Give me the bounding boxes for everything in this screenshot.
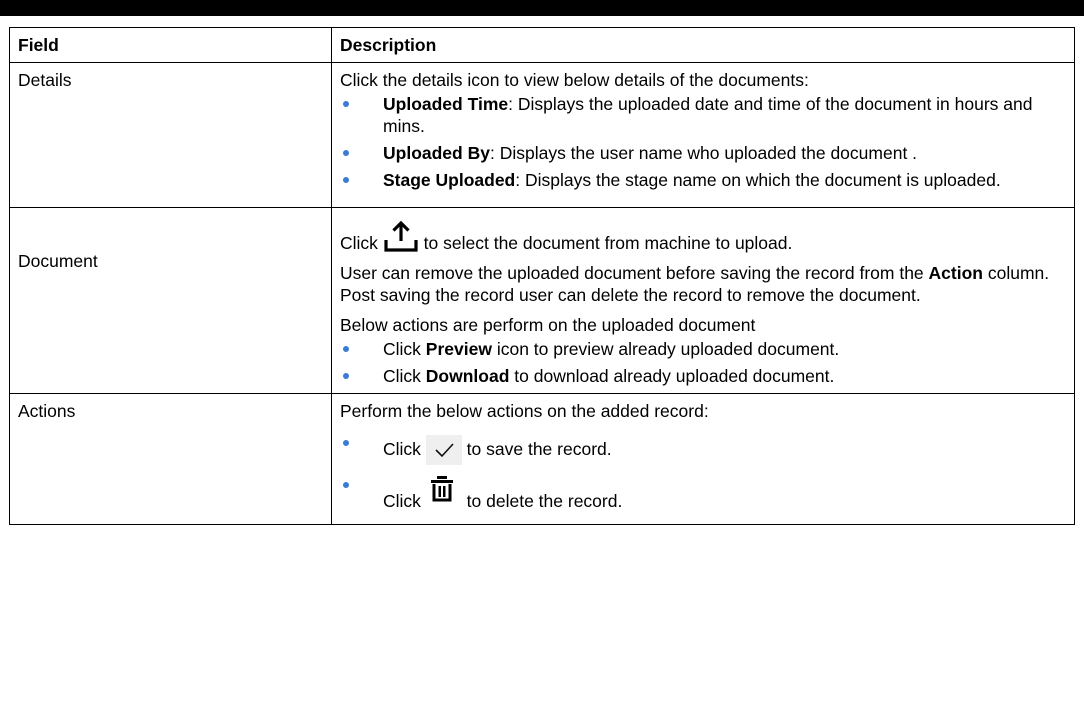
document-para3: Below actions are perform on the uploade… xyxy=(340,315,756,335)
item-pre: Click xyxy=(383,366,421,386)
field-actions: Actions xyxy=(9,393,332,525)
para2-bold: Action xyxy=(928,263,983,283)
item-post: to save the record. xyxy=(466,439,612,459)
header-field: Field xyxy=(9,27,332,63)
item-post: to download already uploaded document. xyxy=(514,366,835,386)
check-icon xyxy=(425,435,462,466)
item-post: to delete the record. xyxy=(466,491,623,511)
item-bold: Preview xyxy=(425,339,492,359)
click-post-text: to select the document from machine to u… xyxy=(423,233,793,253)
document-para2: User can remove the uploaded document be… xyxy=(340,262,1067,306)
trash-icon xyxy=(430,476,453,502)
item-term: Uploaded Time xyxy=(383,94,509,114)
item-post: icon to preview already uploaded documen… xyxy=(496,339,840,359)
field-document: Document xyxy=(9,207,332,394)
description-document: Click to select the document from machin… xyxy=(331,207,1075,394)
click-text: Click xyxy=(340,233,378,253)
description-actions: Perform the below actions on the added r… xyxy=(331,393,1075,525)
details-list: Uploaded Time: Displays the uploaded dat… xyxy=(340,93,1067,191)
table-row: Details Click the details icon to view b… xyxy=(9,62,1075,208)
item-pre: Click xyxy=(383,491,421,511)
header-description: Description xyxy=(331,27,1075,63)
list-item: Stage Uploaded: Displays the stage name … xyxy=(340,169,1067,191)
table-header-row: Field Description xyxy=(9,27,1075,63)
actions-list: Click to save the record. Click to delet… xyxy=(340,432,1067,518)
list-item: Uploaded Time: Displays the uploaded dat… xyxy=(340,93,1067,137)
item-pre: Click xyxy=(383,339,421,359)
field-document-label: Document xyxy=(18,251,98,271)
document-list: Click Preview icon to preview already up… xyxy=(340,338,1067,387)
table-row: Actions Perform the below actions on the… xyxy=(9,393,1075,525)
list-item: Click to save the record. xyxy=(340,432,1067,466)
item-text: : Displays the stage name on which the d… xyxy=(515,170,1001,190)
field-description-table: Field Description Details Click the deta… xyxy=(9,27,1075,525)
top-border-bar xyxy=(0,0,1084,16)
document-click-line: Click to select the document from machin… xyxy=(340,220,1067,254)
item-text: : Displays the user name who uploaded th… xyxy=(489,143,918,163)
list-item: Click to delete the record. xyxy=(340,474,1067,518)
description-details: Click the details icon to view below det… xyxy=(331,62,1075,208)
list-item: Uploaded By: Displays the user name who … xyxy=(340,142,1067,164)
details-intro: Click the details icon to view below det… xyxy=(340,70,809,90)
list-item: Click Download to download already uploa… xyxy=(340,365,1067,387)
field-details: Details xyxy=(9,62,332,208)
item-term: Stage Uploaded xyxy=(383,170,516,190)
list-item: Click Preview icon to preview already up… xyxy=(340,338,1067,360)
item-pre: Click xyxy=(383,439,421,459)
item-term: Uploaded By xyxy=(383,143,490,163)
upload-icon xyxy=(384,220,418,252)
para2-pre: User can remove the uploaded document be… xyxy=(340,263,924,283)
item-bold: Download xyxy=(425,366,510,386)
actions-intro: Perform the below actions on the added r… xyxy=(340,401,709,421)
table-row: Document Click to select the document fr… xyxy=(9,207,1075,394)
